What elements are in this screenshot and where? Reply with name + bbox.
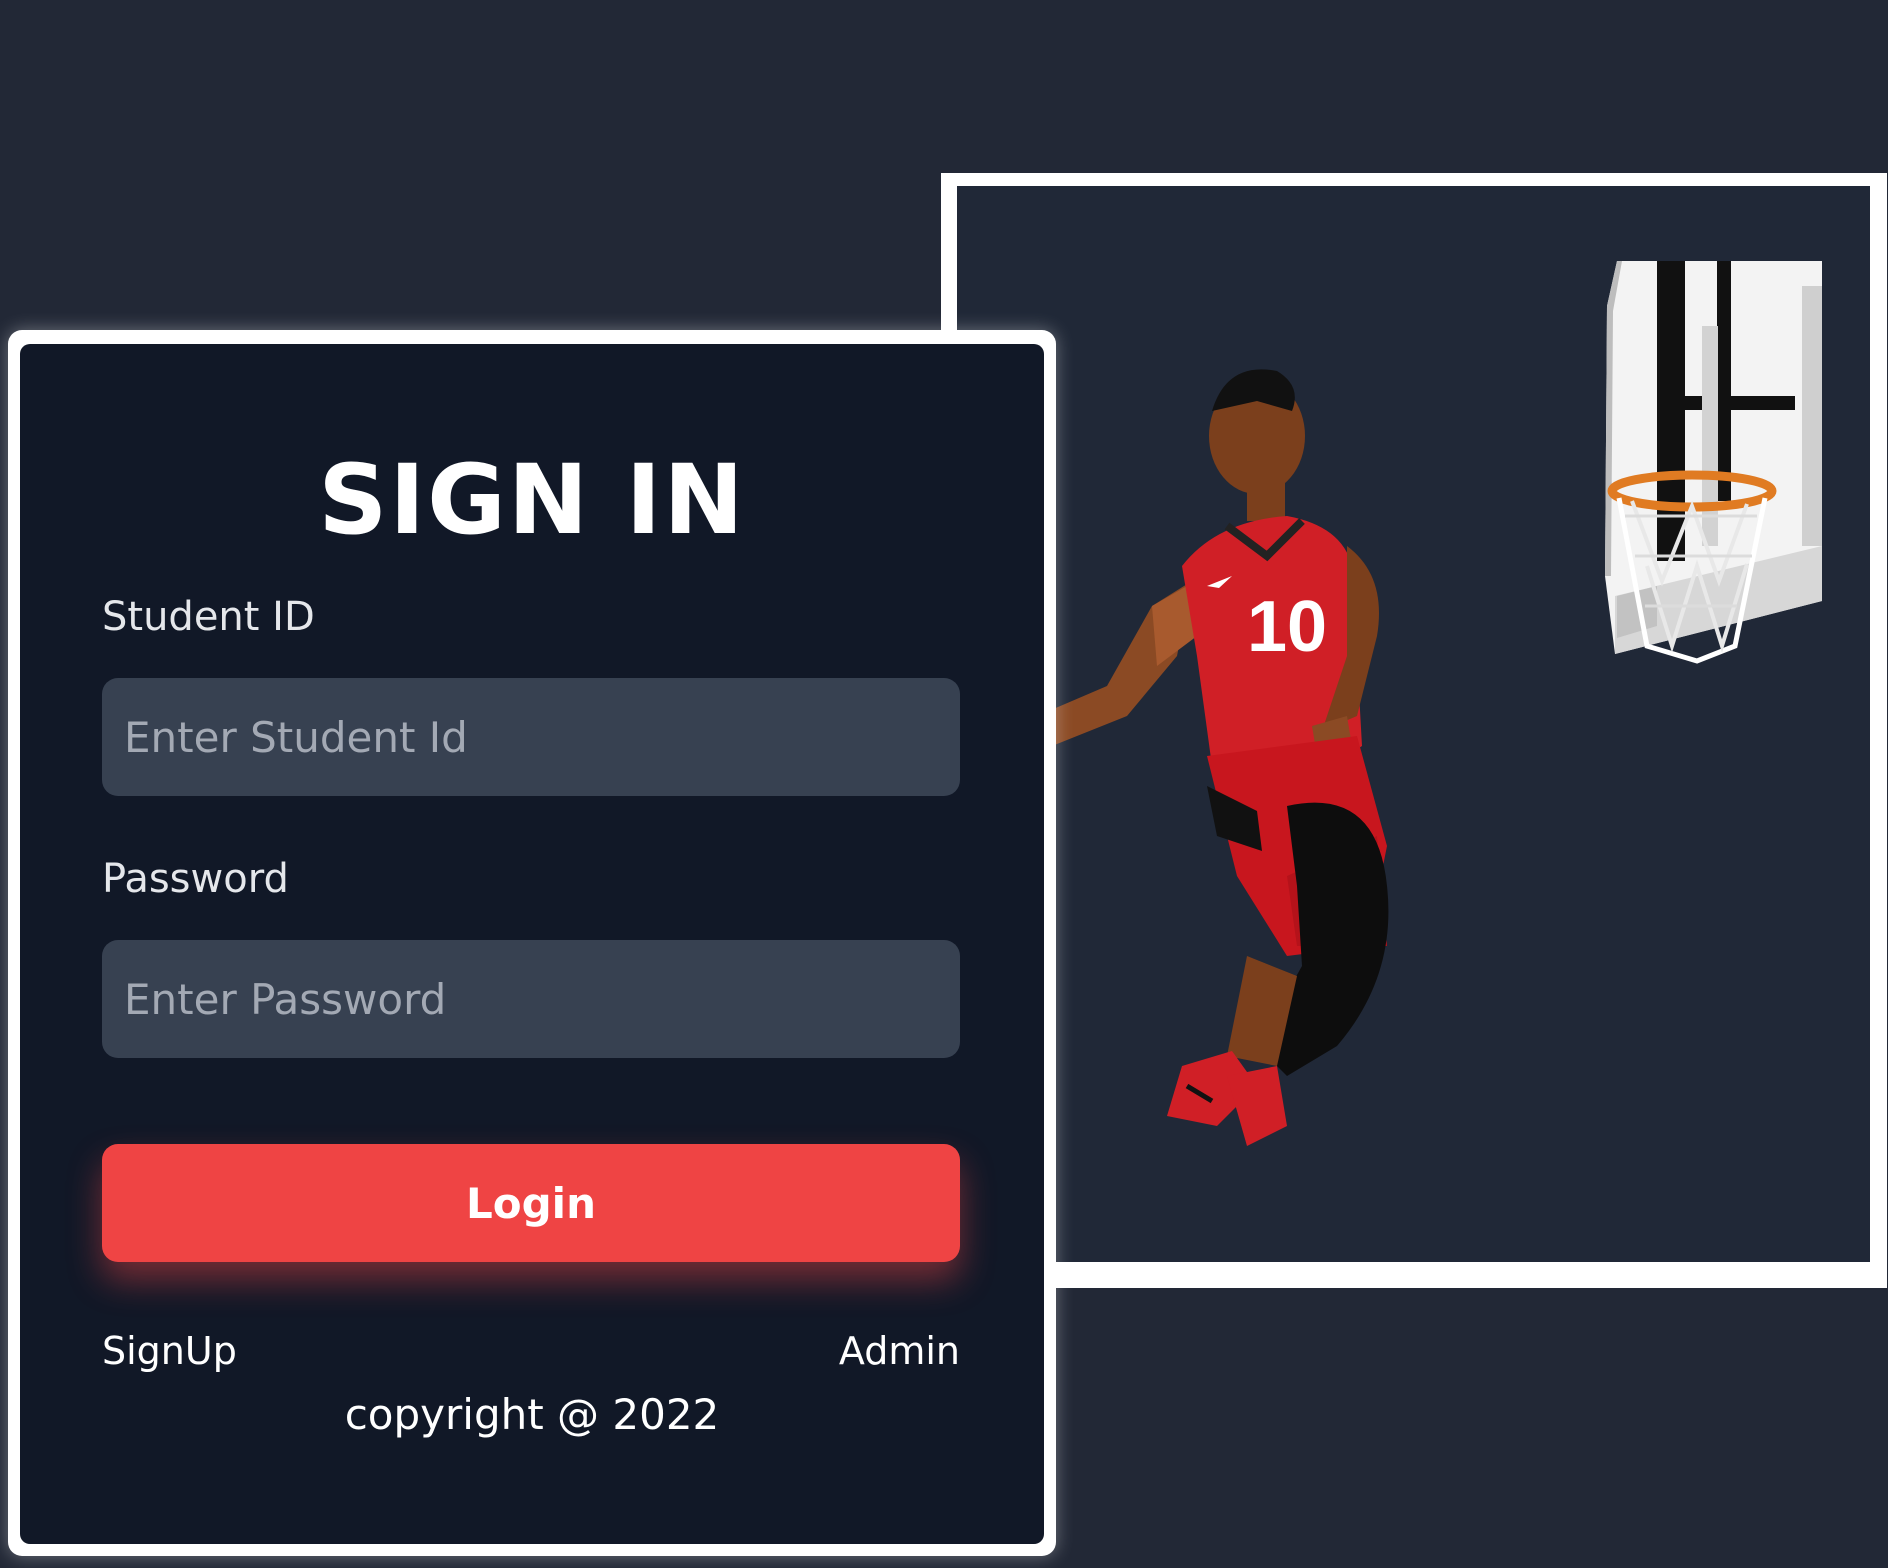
page-title: SIGN IN <box>318 444 746 556</box>
illustration-frame: 10 <box>941 173 1887 1288</box>
student-id-label: Student ID <box>102 594 315 640</box>
signup-link[interactable]: SignUp <box>102 1329 237 1373</box>
admin-link[interactable]: Admin <box>839 1329 960 1373</box>
password-label: Password <box>102 856 289 902</box>
lower-right-background <box>1066 1288 1888 1568</box>
copyright-text: copyright @ 2022 <box>344 1390 720 1439</box>
basketball-player-illustration: 10 <box>957 261 1822 1146</box>
illustration-panel: 10 <box>957 186 1870 1262</box>
password-input[interactable] <box>102 940 960 1058</box>
player-head <box>1209 369 1305 521</box>
jersey-number: 10 <box>1247 587 1327 667</box>
student-id-input[interactable] <box>102 678 960 796</box>
login-button[interactable]: Login <box>102 1144 960 1262</box>
signin-card: SIGN IN Student ID Password Login SignUp… <box>20 344 1044 1544</box>
